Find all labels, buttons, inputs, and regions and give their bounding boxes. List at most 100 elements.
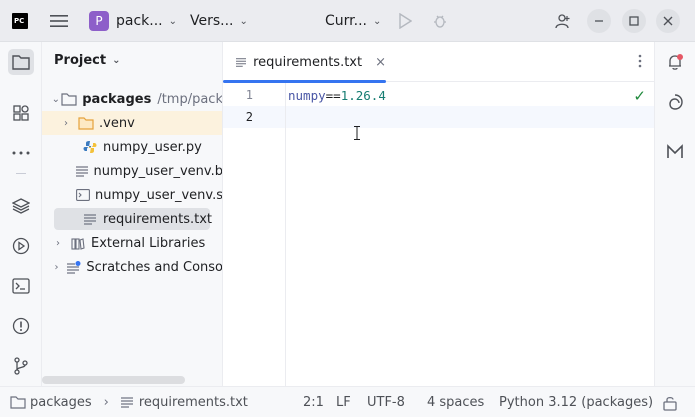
file-encoding[interactable]: UTF-8 (367, 387, 405, 417)
project-panel: Project ⌄ ⌄ packages /tmp/pack › .venv n… (42, 42, 223, 386)
project-tool-button[interactable] (8, 49, 34, 75)
project-panel-title: Project (54, 53, 107, 68)
more-vertical-icon (638, 54, 642, 68)
line-number: 1 (245, 88, 253, 102)
maximize-icon (629, 16, 639, 26)
caret-position[interactable]: 2:1 (303, 387, 324, 417)
library-icon (70, 236, 86, 250)
editor-options-button[interactable] (638, 54, 642, 72)
chevron-right-icon: › (54, 261, 59, 273)
breadcrumb-separator: › (103, 395, 109, 410)
project-panel-header[interactable]: Project ⌄ (54, 53, 120, 68)
text-file-icon (236, 57, 247, 67)
project-badge: P (89, 11, 109, 31)
app-logo[interactable]: PC (12, 13, 28, 29)
tree-item-scratches[interactable]: › Scratches and Conso (42, 255, 223, 279)
horizontal-scrollbar[interactable] (42, 376, 185, 384)
tab-label: requirements.txt (253, 54, 363, 70)
problems-icon (12, 317, 30, 335)
logo-text: PC (14, 16, 25, 25)
scratches-icon (67, 260, 81, 274)
breadcrumb-file: requirements.txt (138, 395, 248, 410)
unlocked-icon (663, 396, 677, 411)
project-name: pack... (116, 13, 163, 29)
ai-assistant-icon (669, 94, 683, 110)
run-config-selector[interactable]: Curr... ⌄ (325, 0, 381, 42)
run-button[interactable] (398, 0, 412, 42)
main-menu-button[interactable] (50, 0, 68, 42)
git-tool-button[interactable] (8, 353, 34, 379)
git-icon (14, 357, 28, 375)
maximize-button[interactable] (622, 9, 646, 33)
run-config-label: Curr... (325, 13, 367, 29)
add-user-icon (555, 14, 570, 29)
debug-button[interactable] (432, 0, 448, 42)
tree-item-file[interactable]: numpy_user_venv.b (42, 159, 222, 183)
problems-tool-button[interactable] (8, 313, 34, 339)
editor-gutter: 1 2 (223, 83, 286, 386)
vcs-widget[interactable]: Vers... ⌄ (190, 0, 248, 42)
ai-assistant-button[interactable] (663, 90, 687, 114)
tool-divider (16, 173, 26, 174)
vcs-label: Vers... (190, 13, 234, 29)
line-separator[interactable]: LF (336, 387, 351, 417)
title-bar: PC P pack... ⌄ Vers... ⌄ Curr... ⌄ (0, 0, 695, 42)
close-tab-icon[interactable]: × (375, 55, 386, 70)
python-packages-button[interactable] (8, 193, 34, 219)
version: 1.26.4 (340, 88, 386, 103)
inspection-ok-icon[interactable]: ✓ (633, 87, 646, 105)
markdown-icon (667, 144, 683, 158)
close-icon (663, 16, 673, 26)
left-tool-strip (0, 42, 42, 386)
close-window-button[interactable] (656, 9, 680, 33)
layers-icon (12, 198, 30, 214)
operator: == (325, 88, 341, 103)
lock-button[interactable] (663, 387, 677, 417)
python-interpreter[interactable]: Python 3.12 (packages) (499, 387, 653, 417)
indent-setting[interactable]: 4 spaces (427, 387, 484, 417)
text-file-icon (75, 164, 88, 178)
tree-item-packages[interactable]: ⌄ packages /tmp/pack (42, 87, 223, 111)
chevron-down-icon: ⌄ (51, 93, 61, 105)
breadcrumb[interactable]: packages › requirements.txt (10, 387, 248, 417)
tree-item-venv[interactable]: › .venv (42, 111, 222, 135)
notifications-icon (669, 54, 683, 70)
tab-requirements[interactable]: requirements.txt × (223, 42, 386, 83)
tree-item-file[interactable]: numpy_user.py (42, 135, 222, 159)
add-user-button[interactable] (555, 0, 571, 42)
tree-item-requirements[interactable]: requirements.txt (42, 207, 222, 231)
chevron-down-icon: ⌄ (168, 15, 178, 27)
code-line-1[interactable]: numpy==1.26.4 (288, 88, 386, 103)
tree-item-label: Scratches and Conso (86, 259, 223, 275)
notifications-button[interactable] (663, 50, 687, 74)
markdown-button[interactable] (663, 140, 687, 164)
package-name: numpy (288, 88, 326, 103)
text-file-icon (120, 397, 133, 408)
chevron-right-icon: › (56, 237, 60, 249)
services-tool-button[interactable] (8, 233, 34, 259)
tree-item-path: /tmp/pack (157, 91, 223, 107)
terminal-tool-button[interactable] (8, 273, 34, 299)
services-icon (12, 237, 30, 255)
code-line-2[interactable] (288, 110, 648, 128)
tree-item-file[interactable]: numpy_user_venv.s (42, 183, 223, 207)
editor: requirements.txt × 1 2 numpy==1.26.4 ✓ (223, 42, 654, 386)
structure-icon (13, 105, 29, 121)
tree-item-external-libraries[interactable]: › External Libraries (42, 231, 222, 255)
structure-tool-button[interactable] (8, 100, 34, 126)
minimize-button[interactable] (587, 9, 611, 33)
terminal-icon (12, 278, 30, 294)
folder-icon (61, 92, 77, 106)
chevron-down-icon: ⌄ (112, 55, 121, 66)
editor-tab-bar: requirements.txt × (223, 42, 654, 83)
text-cursor-icon (353, 126, 361, 144)
project-selector[interactable]: P pack... ⌄ (89, 0, 177, 42)
tree-item-label: .venv (99, 115, 135, 131)
tree-item-label: numpy_user_venv.s (95, 187, 223, 203)
python-file-icon (82, 140, 98, 154)
folder-icon (12, 55, 30, 70)
more-tools-button[interactable] (8, 140, 34, 166)
text-file-icon (82, 212, 98, 226)
debug-icon (434, 15, 446, 28)
tree-item-label: External Libraries (91, 235, 206, 251)
